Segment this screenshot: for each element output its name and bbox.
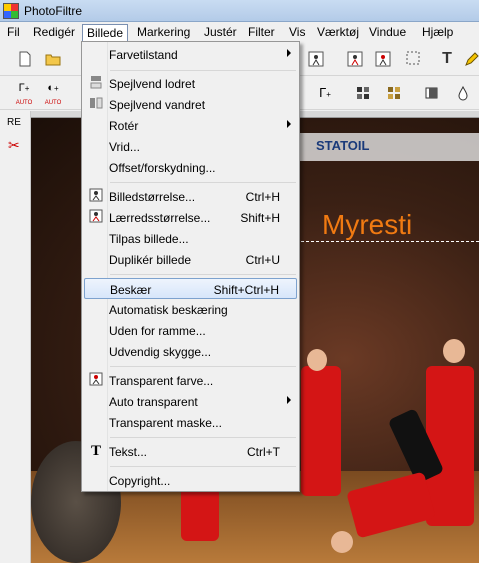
submenu-arrow-icon	[287, 396, 291, 404]
menu-item-uden-for-ramme[interactable]: Uden for ramme...	[84, 320, 297, 341]
banner-text: STATOIL	[316, 138, 370, 153]
menu-filter[interactable]: Filter	[244, 24, 279, 41]
crop-canvas-icon[interactable]	[372, 48, 394, 70]
menu-item-udvendig-skygge[interactable]: Udvendig skygge...	[84, 341, 297, 362]
texture-icon[interactable]	[383, 82, 405, 104]
layer-icon[interactable]	[421, 82, 443, 104]
menu-item-transparent-maske[interactable]: Transparent maske...	[84, 412, 297, 433]
menu-item-auto-transparent[interactable]: Auto transparent	[84, 391, 297, 412]
transparent-color-icon	[88, 372, 104, 388]
menu-bar: Fil Redigér Billede Markering Justér Fil…	[0, 22, 479, 42]
menu-separator	[110, 182, 296, 183]
image-size-icon	[88, 188, 104, 204]
menu-separator	[110, 466, 296, 467]
menu-item-spejlvend-lodret[interactable]: Spejlvend lodret	[84, 73, 297, 94]
menu-vaerktoj[interactable]: Værktøj	[313, 24, 363, 41]
photo-head-3	[443, 339, 465, 363]
app-icon	[3, 3, 19, 19]
menu-item-spejlvend-vandret[interactable]: Spejlvend vandret	[84, 94, 297, 115]
billede-menu: Farvetilstand Spejlvend lodret Spejlvend…	[81, 41, 300, 492]
menu-vindue[interactable]: Vindue	[365, 24, 410, 41]
selection-marquee	[286, 241, 479, 242]
menu-item-tilpas-billede[interactable]: Tilpas billede...	[84, 228, 297, 249]
menu-item-farvetilstand[interactable]: Farvetilstand	[84, 44, 297, 65]
menu-item-roter[interactable]: Rotér	[84, 115, 297, 136]
menu-separator	[110, 70, 296, 71]
menu-hjaelp[interactable]: Hjælp	[418, 24, 457, 41]
photo-head-4	[331, 531, 353, 553]
left-panel: RE ✂	[0, 111, 31, 563]
selection-icon[interactable]	[403, 48, 425, 70]
open-folder-icon[interactable]	[42, 48, 64, 70]
text-tool-icon[interactable]: T	[436, 48, 458, 70]
menu-fil[interactable]: Fil	[3, 24, 24, 41]
flip-horizontal-icon	[88, 96, 104, 112]
submenu-arrow-icon	[287, 49, 291, 57]
menu-separator	[110, 437, 296, 438]
pixelate-icon[interactable]	[352, 82, 374, 104]
menu-juster[interactable]: Justér	[200, 24, 241, 41]
gamma-auto-icon[interactable]: Γ+ AUTO	[13, 82, 35, 106]
contrast-auto-icon[interactable]: ◐+ AUTO	[42, 82, 64, 106]
menu-item-offset[interactable]: Offset/forskydning...	[84, 157, 297, 178]
menu-item-billedstorrelse[interactable]: Billedstørrelse... Ctrl+H	[84, 186, 297, 207]
image-size-icon[interactable]	[305, 48, 327, 70]
menu-item-copyright[interactable]: Copyright...	[84, 470, 297, 491]
menu-rediger[interactable]: Redigér	[29, 24, 79, 41]
menu-item-automatisk-beskaering[interactable]: Automatisk beskæring	[84, 299, 297, 320]
photo-dancer-3	[426, 366, 474, 526]
magic-tool-icon[interactable]: ✂	[8, 137, 20, 154]
window-title: PhotoFiltre	[24, 4, 83, 18]
menu-item-tekst[interactable]: T Tekst... Ctrl+T	[84, 441, 297, 462]
canvas-size-icon[interactable]	[344, 48, 366, 70]
menu-item-laerredsstorrelse[interactable]: Lærredsstørrelse... Shift+H	[84, 207, 297, 228]
menu-item-duplikér-billede[interactable]: Duplikér billede Ctrl+U	[84, 249, 297, 270]
menu-vis[interactable]: Vis	[285, 24, 309, 41]
menu-markering[interactable]: Markering	[133, 24, 194, 41]
photo-dancer-1	[301, 366, 341, 496]
photo-head-1	[307, 349, 327, 371]
menu-billede[interactable]: Billede	[82, 24, 129, 41]
overlay-text: Myresti	[322, 209, 413, 240]
new-file-icon[interactable]	[14, 48, 36, 70]
menu-item-beskaer[interactable]: Beskær Shift+Ctrl+H	[84, 278, 297, 299]
title-bar: PhotoFiltre	[0, 0, 479, 22]
gamma-plus-icon[interactable]: Γ+	[314, 82, 336, 104]
canvas-size-icon	[88, 209, 104, 225]
drop-icon[interactable]	[452, 82, 474, 104]
menu-separator	[110, 366, 296, 367]
text-icon: T	[90, 443, 101, 459]
menu-separator	[110, 274, 296, 275]
pencil-icon[interactable]	[461, 48, 479, 70]
panel-label: RE	[7, 117, 21, 128]
submenu-arrow-icon	[287, 120, 291, 128]
menu-item-transparent-farve[interactable]: Transparent farve...	[84, 370, 297, 391]
flip-vertical-icon	[88, 75, 104, 91]
menu-item-vrid[interactable]: Vrid...	[84, 136, 297, 157]
